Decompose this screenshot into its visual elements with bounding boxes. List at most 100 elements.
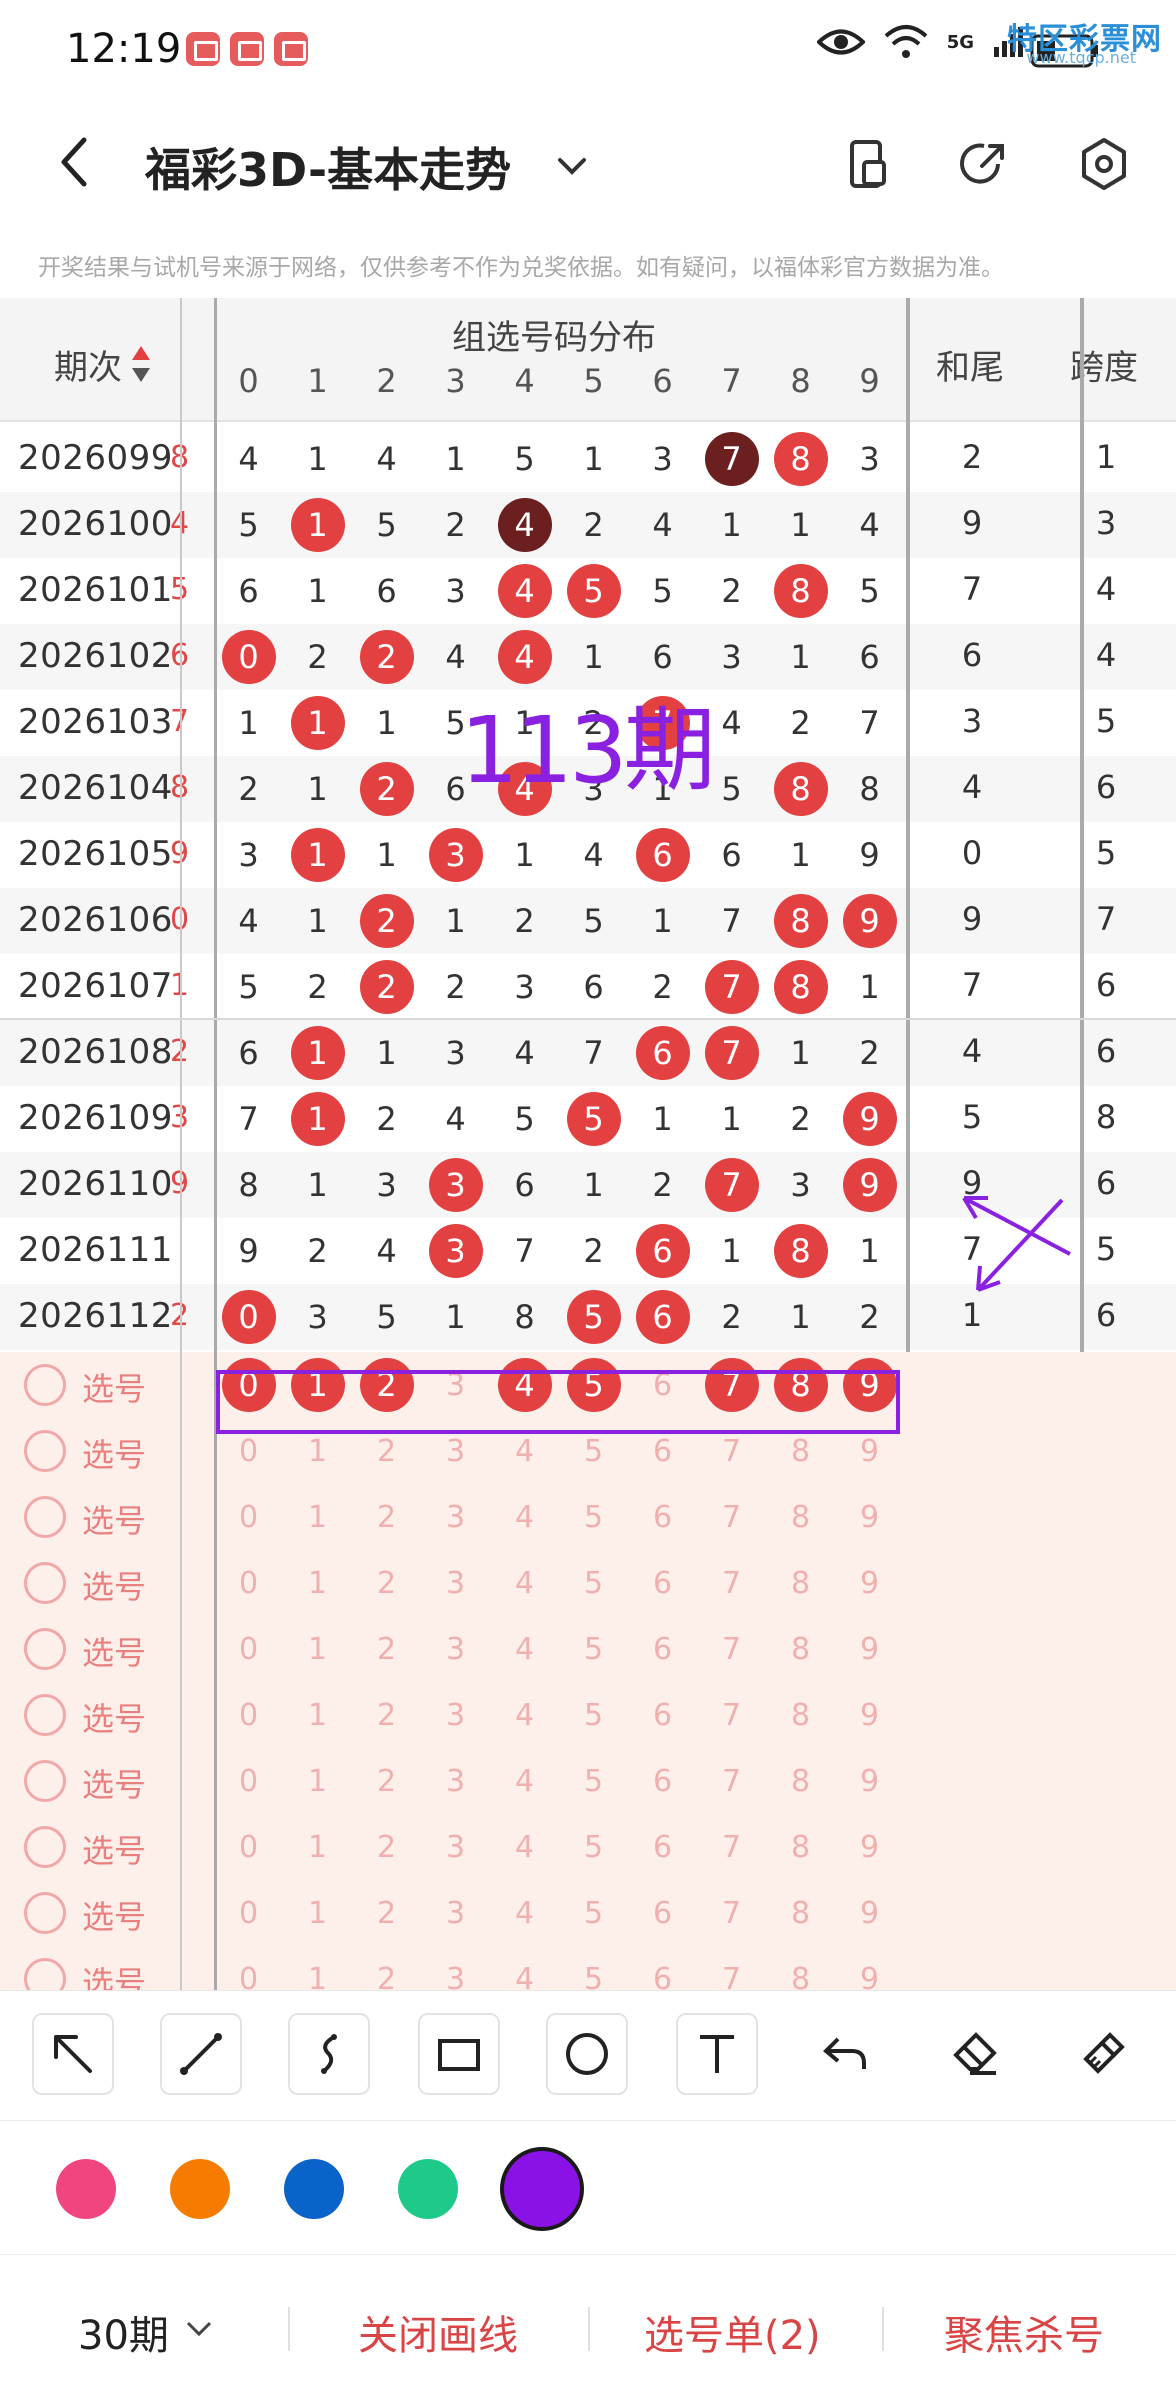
select-radio[interactable] [24, 1628, 66, 1670]
select-digit[interactable]: 6 [628, 1748, 697, 1814]
select-digit[interactable]: 8 [766, 1748, 835, 1814]
select-digit[interactable]: 7 [697, 1748, 766, 1814]
color-swatch[interactable] [398, 2159, 458, 2219]
select-digit[interactable]: 9 [835, 1682, 904, 1748]
select-digit[interactable]: 6 [628, 1946, 697, 1991]
selection-row[interactable]: 选号 0 1 2 3 4 5 6 7 8 9 [0, 1946, 908, 1990]
select-digit[interactable]: 8 [766, 1682, 835, 1748]
select-digit[interactable]: 8 [766, 1880, 835, 1946]
focus-kill-button[interactable]: 聚焦杀号 [944, 2303, 1104, 2361]
select-digit[interactable]: 4 [490, 1682, 559, 1748]
select-digit[interactable]: 1 [283, 1748, 352, 1814]
select-digit[interactable]: 2 [352, 1946, 421, 1991]
select-digit[interactable]: 3 [421, 1616, 490, 1682]
close-draw-button[interactable]: 关闭画线 [358, 2303, 518, 2361]
select-digit[interactable]: 7 [697, 1946, 766, 1991]
select-digit[interactable]: 8 [766, 1484, 835, 1550]
selection-row[interactable]: 选号 0 1 2 3 4 5 6 7 8 9 [0, 1814, 908, 1880]
select-digit[interactable]: 2 [352, 1748, 421, 1814]
arrow-tool[interactable] [32, 2013, 114, 2095]
select-digit[interactable]: 7 [697, 1814, 766, 1880]
select-digit[interactable]: 8 [766, 1946, 835, 1991]
drawn-arrows-annotation[interactable] [950, 1186, 1090, 1306]
select-digit[interactable]: 9 [835, 1616, 904, 1682]
phone-layout-icon[interactable] [838, 134, 898, 194]
select-digit[interactable]: 5 [559, 1880, 628, 1946]
selection-row[interactable]: 选号 0 1 2 3 4 5 6 7 8 9 [0, 1748, 908, 1814]
page-title[interactable]: 福彩3D-基本走势 [145, 134, 511, 200]
select-digit[interactable]: 1 [283, 1550, 352, 1616]
select-digit[interactable]: 9 [835, 1748, 904, 1814]
color-swatch[interactable] [56, 2159, 116, 2219]
select-digit[interactable]: 8 [766, 1550, 835, 1616]
select-radio[interactable] [24, 1826, 66, 1868]
select-digit[interactable]: 2 [352, 1484, 421, 1550]
select-digit[interactable]: 0 [214, 1484, 283, 1550]
select-digit[interactable]: 7 [697, 1550, 766, 1616]
select-digit[interactable]: 6 [628, 1880, 697, 1946]
selection-row[interactable]: 选号 0 1 2 3 4 5 6 7 8 9 [0, 1880, 908, 1946]
select-digit[interactable]: 5 [559, 1682, 628, 1748]
chevron-down-icon[interactable] [184, 2317, 214, 2341]
select-digit[interactable]: 9 [835, 1814, 904, 1880]
select-digit[interactable]: 9 [835, 1550, 904, 1616]
select-label[interactable]: 选号 [82, 1430, 146, 1476]
select-digit[interactable]: 9 [835, 1880, 904, 1946]
curve-tool[interactable] [288, 2013, 370, 2095]
period-count-select[interactable]: 30期 [78, 2303, 169, 2361]
select-digit[interactable]: 1 [283, 1880, 352, 1946]
select-radio[interactable] [24, 1892, 66, 1934]
select-radio[interactable] [24, 1760, 66, 1802]
settings-icon[interactable] [1074, 134, 1134, 194]
select-digit[interactable]: 7 [697, 1682, 766, 1748]
back-arrow-icon[interactable] [48, 132, 108, 192]
select-digit[interactable]: 0 [214, 1682, 283, 1748]
trend-table[interactable]: 期次 组选号码分布 和尾 跨度 0123456789 2026099841415… [0, 298, 1176, 1990]
rectangle-tool[interactable] [418, 2013, 500, 2095]
select-digit[interactable]: 4 [490, 1748, 559, 1814]
circle-tool[interactable] [546, 2013, 628, 2095]
select-digit[interactable]: 5 [559, 1946, 628, 1991]
color-swatch[interactable] [500, 2147, 584, 2231]
select-digit[interactable]: 0 [214, 1616, 283, 1682]
select-digit[interactable]: 3 [421, 1484, 490, 1550]
select-label[interactable]: 选号 [82, 1496, 146, 1542]
select-digit[interactable]: 0 [214, 1550, 283, 1616]
line-tool[interactable] [160, 2013, 242, 2095]
selection-row[interactable]: 选号 0 1 2 3 4 5 6 7 8 9 [0, 1550, 908, 1616]
select-digit[interactable]: 3 [421, 1880, 490, 1946]
select-digit[interactable]: 6 [628, 1814, 697, 1880]
select-digit[interactable]: 1 [283, 1814, 352, 1880]
select-label[interactable]: 选号 [82, 1628, 146, 1674]
select-digit[interactable]: 2 [352, 1682, 421, 1748]
selection-row[interactable]: 选号 0 1 2 3 4 5 6 7 8 9 [0, 1484, 908, 1550]
select-digit[interactable]: 0 [214, 1814, 283, 1880]
select-label[interactable]: 选号 [82, 1364, 146, 1410]
selection-row[interactable]: 选号 0 1 2 3 4 5 6 7 8 9 [0, 1682, 908, 1748]
share-icon[interactable] [954, 134, 1014, 194]
select-digit[interactable]: 4 [490, 1484, 559, 1550]
drawn-rectangle-annotation[interactable] [216, 1370, 900, 1434]
sort-icon[interactable] [130, 344, 152, 384]
selection-row[interactable]: 选号 0 1 2 3 4 5 6 7 8 9 [0, 1616, 908, 1682]
select-digit[interactable]: 0 [214, 1880, 283, 1946]
select-digit[interactable]: 5 [559, 1484, 628, 1550]
select-radio[interactable] [24, 1364, 66, 1406]
select-digit[interactable]: 9 [835, 1484, 904, 1550]
select-label[interactable]: 选号 [82, 1826, 146, 1872]
select-digit[interactable]: 3 [421, 1946, 490, 1991]
select-digit[interactable]: 4 [490, 1880, 559, 1946]
select-label[interactable]: 选号 [82, 1562, 146, 1608]
select-digit[interactable]: 5 [559, 1550, 628, 1616]
select-radio[interactable] [24, 1562, 66, 1604]
select-digit[interactable]: 8 [766, 1616, 835, 1682]
select-radio[interactable] [24, 1694, 66, 1736]
select-digit[interactable]: 4 [490, 1814, 559, 1880]
select-digit[interactable]: 5 [559, 1748, 628, 1814]
select-digit[interactable]: 7 [697, 1616, 766, 1682]
drawn-text-annotation[interactable]: 113期 [460, 676, 716, 809]
select-label[interactable]: 选号 [82, 1694, 146, 1740]
select-digit[interactable]: 1 [283, 1682, 352, 1748]
select-digit[interactable]: 3 [421, 1748, 490, 1814]
select-digit[interactable]: 6 [628, 1682, 697, 1748]
